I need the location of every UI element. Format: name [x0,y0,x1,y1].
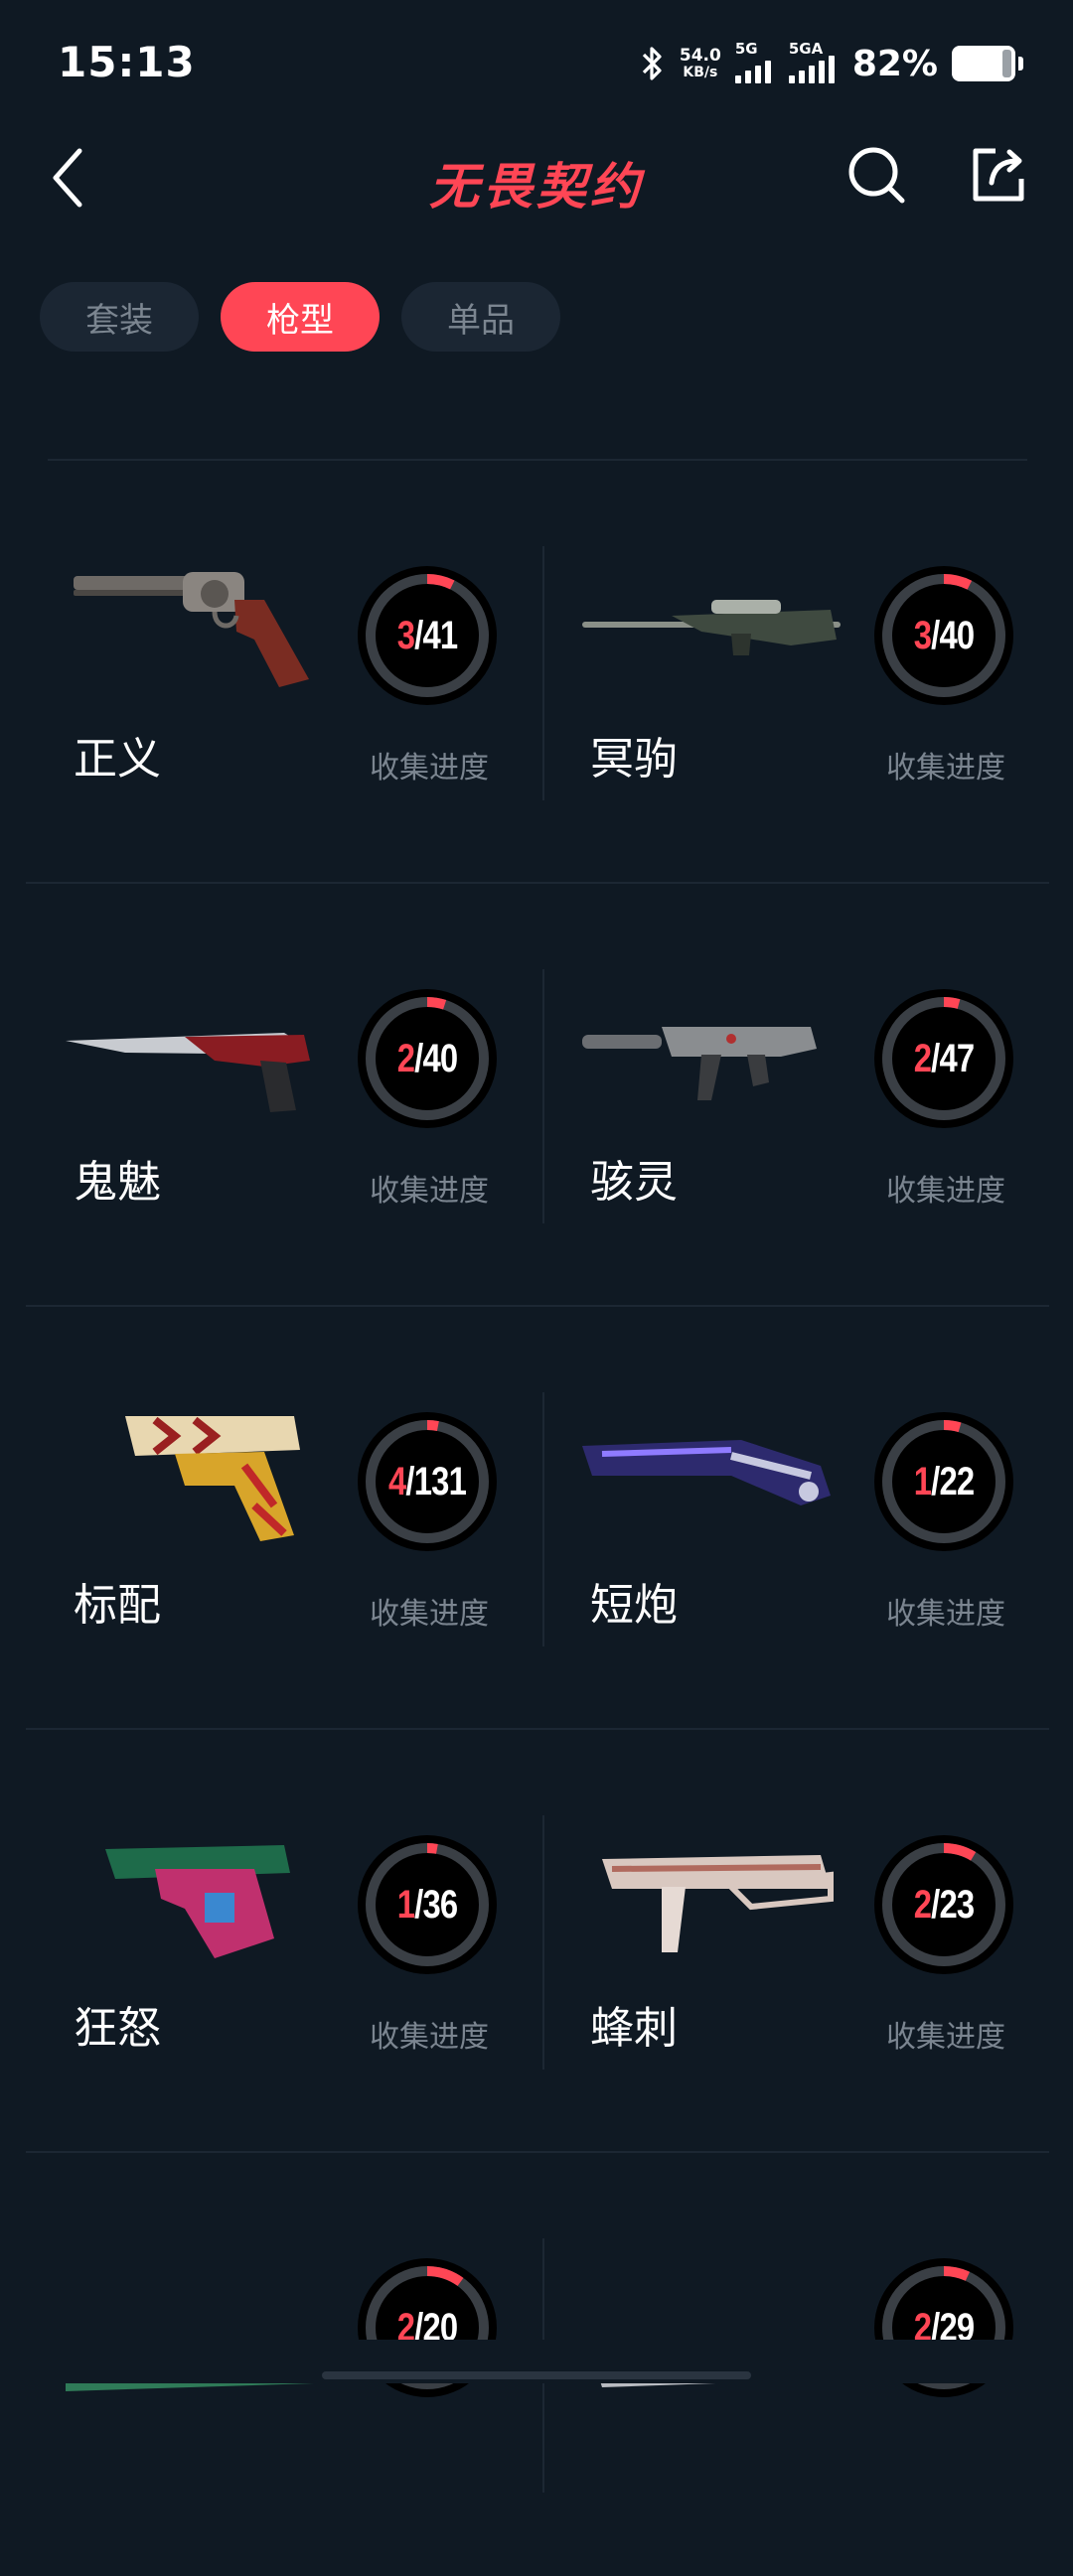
weapon-card[interactable]: 狂怒 1/36 收集进度 [26,1730,537,2153]
progress-count: 2/47 [913,1036,975,1080]
weapon-row: 正义 3/41 收集进度 冥驹 3 / 40 收集进度 [26,461,1049,884]
weapon-row: 标配 4/131 收集进度 短炮 1 / 22 收集进度 [26,1307,1049,1730]
progress-count: 3/41 [396,613,458,657]
total-count: 40 [939,613,975,657]
sim1-signal-icon: 5G [734,40,775,83]
total-count: 22 [939,1459,975,1503]
pistol-image [66,1033,310,1112]
progress-label: 收集进度 [886,1174,1005,1209]
tab-weapon-types[interactable]: 枪型 [221,282,380,352]
sniper-rifle-image [582,600,841,655]
progress-label: 收集进度 [886,1597,1005,1632]
app-header: 无畏契约 [0,129,1073,228]
weapon-card[interactable]: 正义 3/41 收集进度 [26,461,537,884]
weapon-name: 鬼魅 [74,1157,161,1208]
weapon-card[interactable]: 鬼魅 2/40 收集进度 [26,884,537,1307]
sim2-signal-icon: 5GA [788,40,839,83]
battery-icon [952,46,1023,81]
collected-count: 2 [913,1036,932,1080]
category-tabs: 套装 枪型 单品 [40,282,560,354]
weapon-name: 骇灵 [590,1157,678,1208]
network-speed-unit: KB/s [683,65,718,80]
weapon-name: 短炮 [590,1580,678,1631]
weapon-card[interactable]: 骇灵 2/47 收集进度 [542,884,1054,1307]
network-speed-value: 54.0 [679,46,721,66]
weapon-name: 冥驹 [590,734,678,785]
tab-single-items[interactable]: 单品 [401,282,560,352]
sim2-network-tag: 5GA [788,40,824,58]
progress-count: 2/40 [396,1036,458,1080]
total-count: 47 [939,1036,975,1080]
progress-label: 收集进度 [370,751,489,786]
frenzy-pistol-image [105,1845,290,1958]
weapon-row: 鬼魅 2/40 收集进度 骇灵 2 / 47 收集进度 [26,884,1049,1307]
total-count: 36 [422,1882,458,1927]
status-bar: 15:13 54.0 KB/s 5G 5GA 82% [0,0,1073,119]
weapon-name: 标配 [74,1580,161,1631]
bluetooth-icon [640,44,666,83]
tab-sets[interactable]: 套装 [40,282,199,352]
total-count: 131 [413,1459,467,1503]
collected-count: 3 [913,613,932,657]
total-count: 41 [422,613,458,657]
weapon-name: 蜂刺 [590,2003,678,2054]
status-icons: 54.0 KB/s 5G 5GA 82% [640,36,1023,91]
home-indicator[interactable] [322,2371,751,2379]
search-icon[interactable] [844,143,910,209]
revolver-image [74,572,309,687]
total-count: 23 [939,1882,975,1927]
progress-count: 4/131 [387,1459,467,1503]
progress-label: 收集进度 [370,1597,489,1632]
weapon-card[interactable]: 冥驹 3/40 收集进度 [542,461,1054,884]
progress-count: 1/36 [396,1882,458,1927]
collected-count: 2 [913,1882,932,1927]
collected-count: 1 [396,1882,415,1927]
collected-count: 3 [396,613,415,657]
weapon-card[interactable]: 短炮 1/22 收集进度 [542,1307,1054,1730]
weapon-row: 狂怒 1/36 收集进度 蜂刺 2 / 23 收集进度 [26,1730,1049,2153]
battery-percent: 82% [851,43,938,84]
share-icon[interactable] [966,143,1031,209]
status-time: 15:13 [58,38,196,86]
progress-count: 3/40 [913,613,975,657]
weapon-grid: 正义 3/41 收集进度 冥驹 3 / 40 收集进度 鬼魅 2 / 40 收集… [26,461,1049,2576]
weapon-name: 正义 [74,734,161,785]
smg-image [582,1027,817,1100]
progress-label: 收集进度 [886,2020,1005,2055]
progress-label: 收集进度 [370,1174,489,1209]
total-count: 40 [422,1036,458,1080]
collected-count: 4 [387,1459,406,1503]
collected-count: 1 [913,1459,932,1503]
network-speed: 54.0 KB/s [680,47,721,80]
progress-count: 2/23 [913,1882,975,1927]
shotgun-image [582,1440,831,1505]
weapon-card[interactable]: 标配 4/131 收集进度 [26,1307,537,1730]
page-title: 无畏契约 [429,158,644,215]
progress-label: 收集进度 [370,2020,489,2055]
sim1-network-tag: 5G [734,40,758,58]
progress-label: 收集进度 [886,751,1005,786]
weapon-name: 狂怒 [74,2003,161,2054]
weapon-card[interactable]: 蜂刺 2/23 收集进度 [542,1730,1054,2153]
progress-count: 1/22 [913,1459,975,1503]
stinger-smg-image [602,1855,834,1952]
collected-count: 2 [396,1036,415,1080]
classic-pistol-image [125,1416,300,1541]
